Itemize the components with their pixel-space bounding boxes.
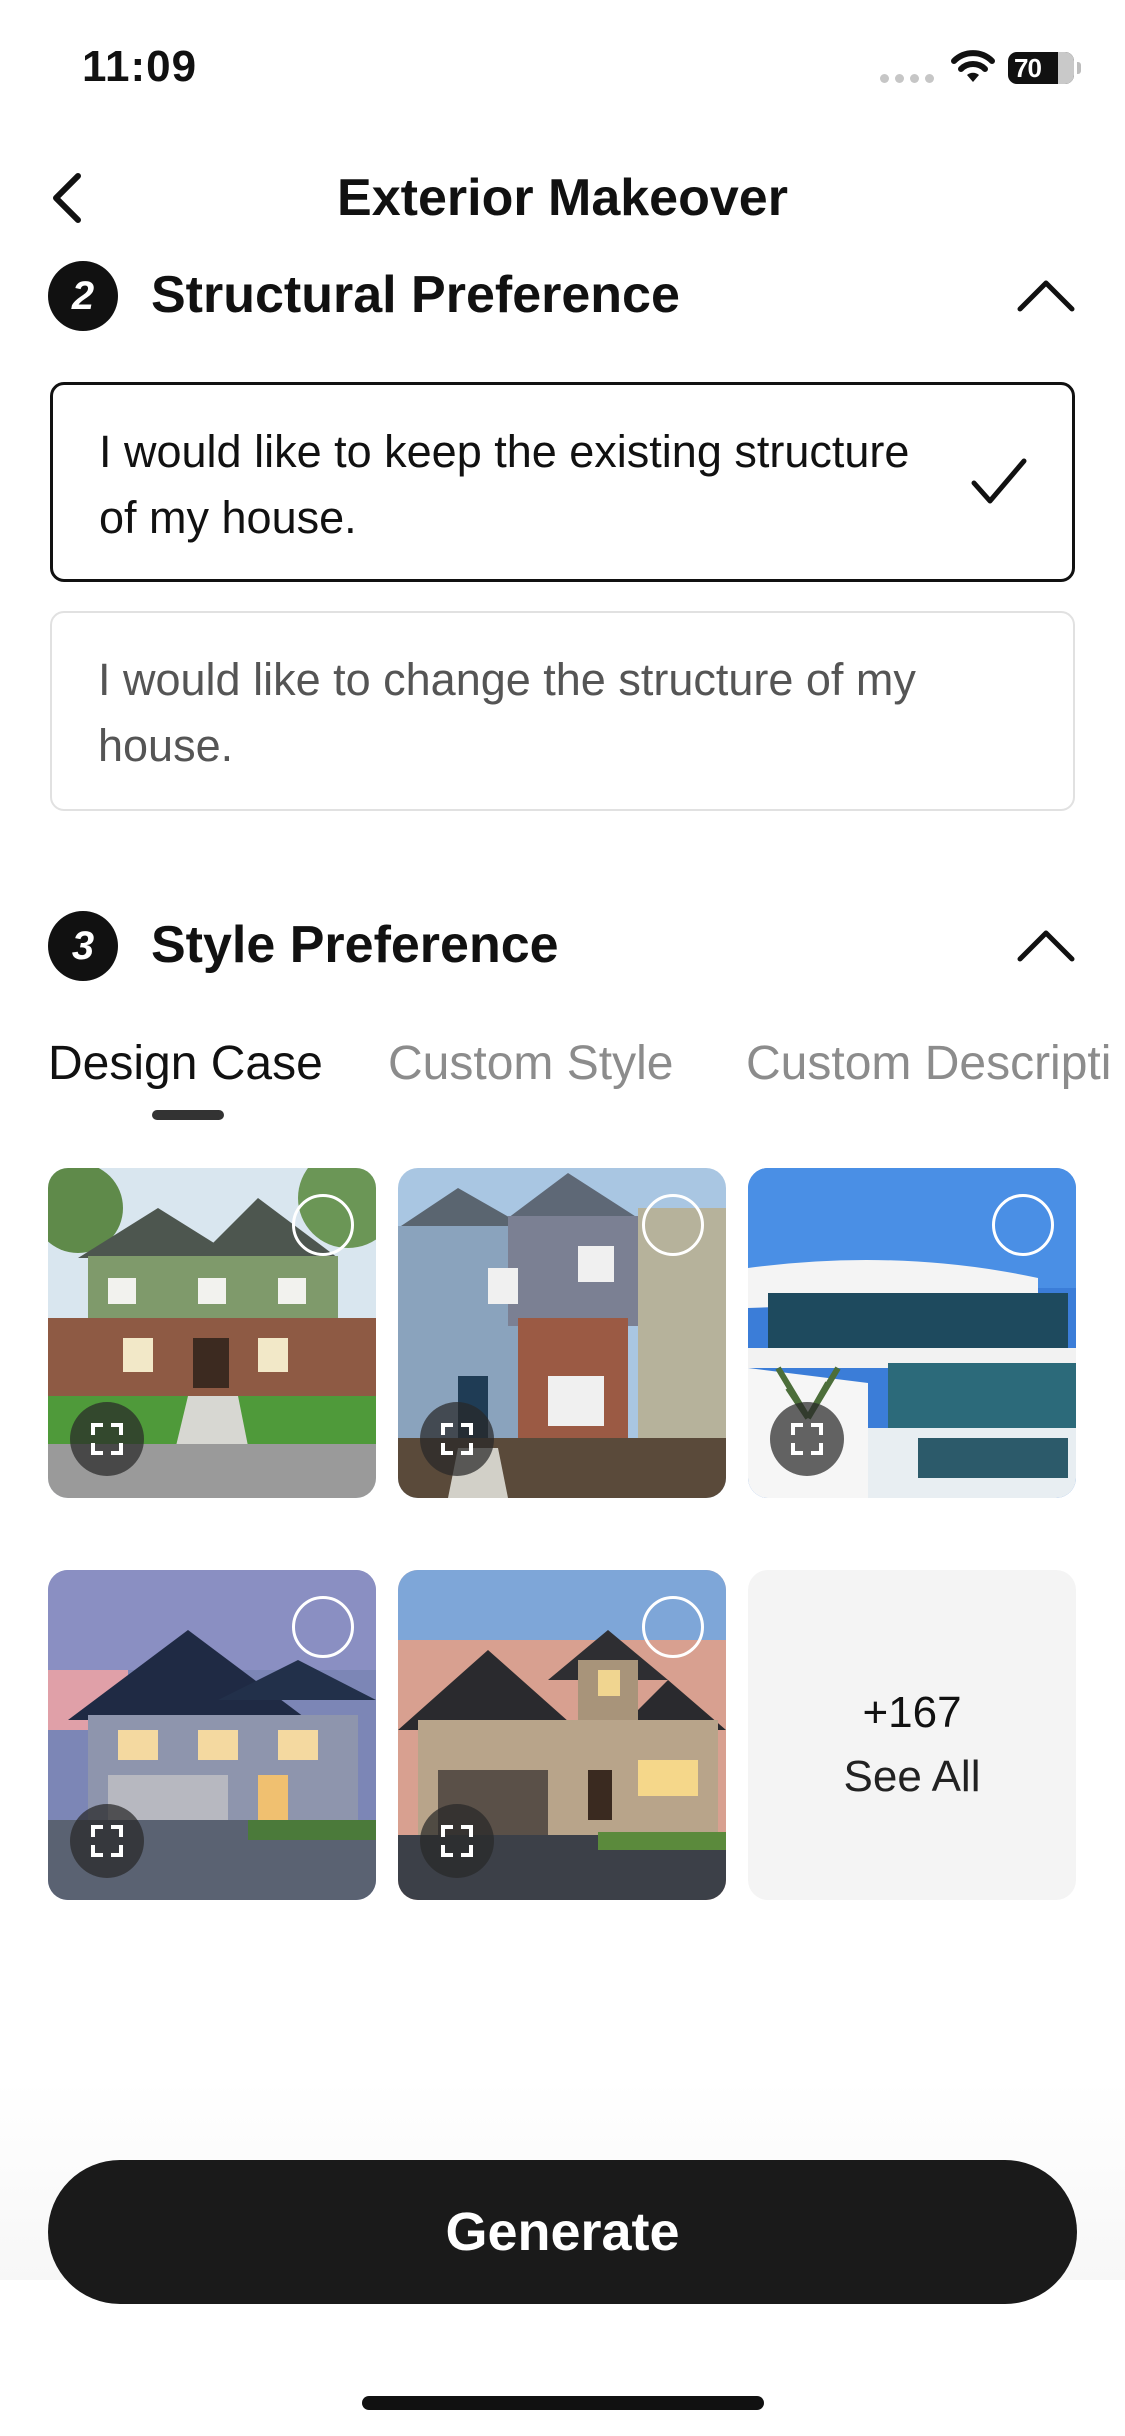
collapse-style-button[interactable] (1014, 917, 1078, 973)
generate-button[interactable]: Generate (48, 2160, 1077, 2304)
expand-icon (441, 1825, 473, 1857)
home-indicator (362, 2396, 764, 2410)
expand-button[interactable] (70, 1402, 144, 1476)
nav-bar: Exterior Makeover (0, 150, 1125, 246)
battery-level: 70 (1014, 53, 1042, 83)
status-time: 11:09 (82, 42, 198, 91)
expand-button[interactable] (420, 1804, 494, 1878)
tab-design-case[interactable]: Design Case (48, 1036, 323, 1091)
status-bar: 11:09 70 (0, 0, 1125, 130)
option-change-structure[interactable]: I would like to change the structure of … (50, 611, 1075, 811)
expand-icon (441, 1423, 473, 1455)
style-tabs: Design Case Custom Style Custom Descript… (0, 1030, 1125, 1120)
option-label: I would like to change the structure of … (98, 654, 916, 771)
section-title: Structural Preference (151, 266, 680, 324)
more-count: +167 (862, 1688, 962, 1737)
expand-button[interactable] (770, 1402, 844, 1476)
design-case-tile[interactable] (48, 1570, 376, 1900)
tab-custom-style[interactable]: Custom Style (388, 1036, 673, 1091)
design-case-tile[interactable] (398, 1168, 726, 1498)
option-keep-structure[interactable]: I would like to keep the existing struct… (50, 382, 1075, 582)
chevron-left-icon (53, 173, 81, 223)
screen: 11:09 70 Exterior Makeover 2 Structural … (0, 0, 1125, 2436)
checkmark-icon (971, 458, 1027, 504)
page-title: Exterior Makeover (337, 169, 788, 227)
chevron-up-icon (1017, 930, 1075, 962)
chevron-up-icon (1017, 280, 1075, 312)
see-all-label: See All (843, 1752, 981, 1801)
option-label: I would like to keep the existing struct… (99, 426, 910, 543)
step-number-badge: 2 (48, 261, 118, 331)
expand-button[interactable] (70, 1804, 144, 1878)
see-all-tile[interactable]: +167 See All (748, 1570, 1076, 1900)
expand-button[interactable] (420, 1402, 494, 1476)
select-radio[interactable] (292, 1596, 354, 1658)
active-tab-indicator (152, 1110, 224, 1120)
cellular-signal-icon (880, 74, 934, 83)
back-button[interactable] (36, 162, 100, 234)
design-case-tile[interactable] (48, 1168, 376, 1498)
design-case-tile[interactable] (398, 1570, 726, 1900)
step-number-badge: 3 (48, 911, 118, 981)
expand-icon (91, 1825, 123, 1857)
expand-icon (91, 1423, 123, 1455)
battery-tip (1077, 62, 1081, 74)
battery-icon: 70 (1008, 52, 1074, 84)
section-title: Style Preference (151, 916, 559, 974)
structural-preference-header[interactable]: 2 Structural Preference (48, 255, 1078, 335)
select-radio[interactable] (992, 1194, 1054, 1256)
wifi-icon (951, 50, 995, 82)
select-radio[interactable] (292, 1194, 354, 1256)
expand-icon (791, 1423, 823, 1455)
select-radio[interactable] (642, 1596, 704, 1658)
tab-custom-description[interactable]: Custom Descripti (746, 1036, 1111, 1091)
design-case-tile[interactable] (748, 1168, 1076, 1498)
style-preference-header[interactable]: 3 Style Preference (48, 905, 1078, 985)
select-radio[interactable] (642, 1194, 704, 1256)
collapse-structural-button[interactable] (1014, 267, 1078, 323)
